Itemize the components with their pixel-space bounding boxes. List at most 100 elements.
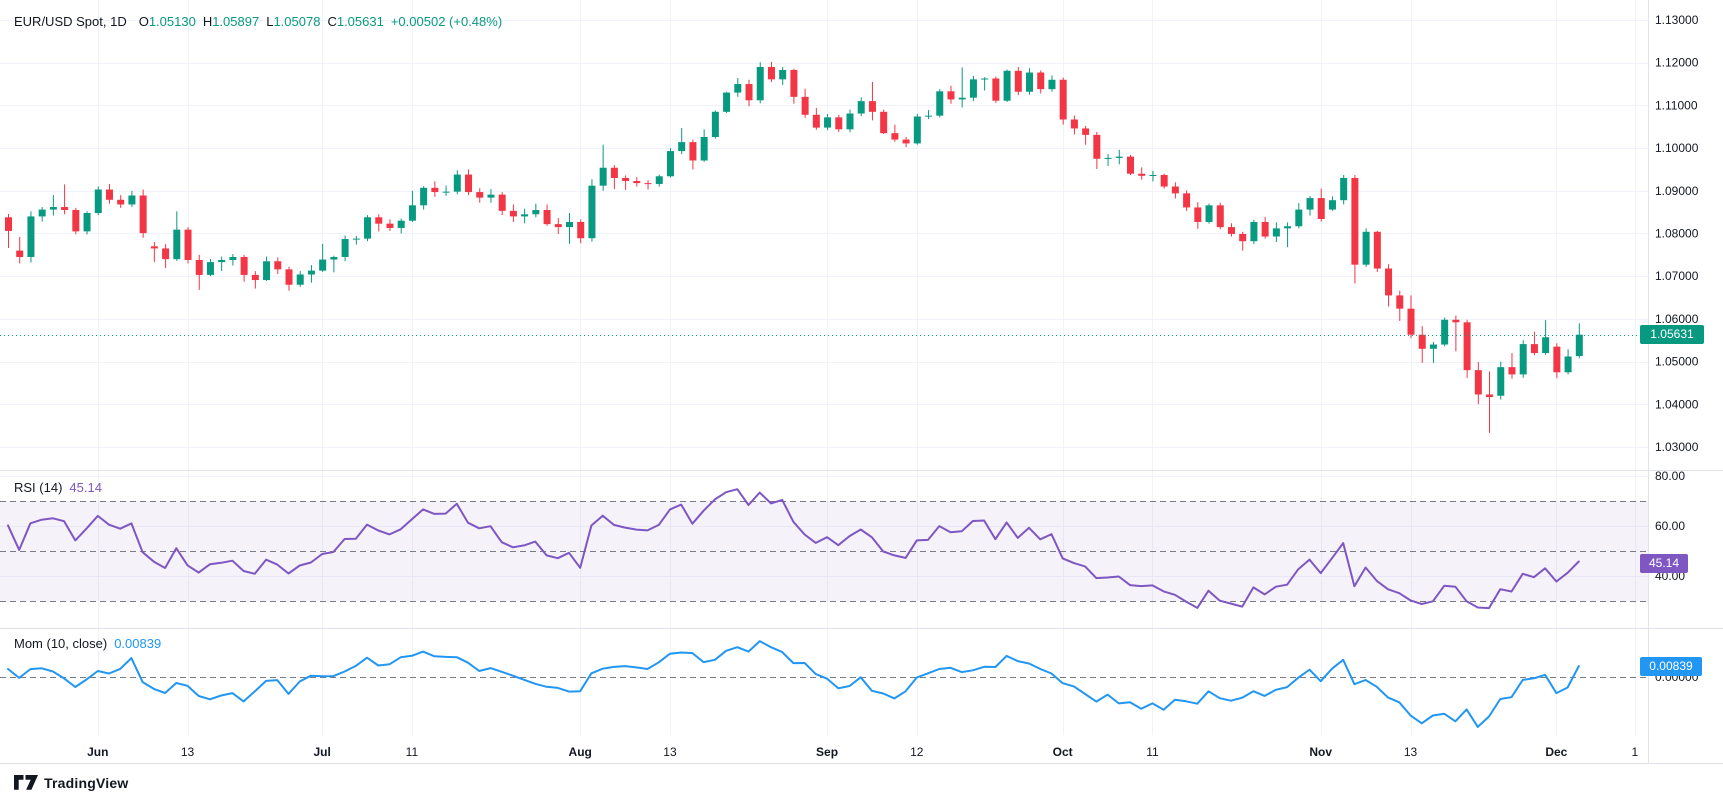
candle-body: [1037, 73, 1044, 90]
tradingview-chart: 1.130001.120001.110001.100001.090001.080…: [0, 0, 1723, 803]
candle-body: [813, 115, 820, 128]
price-legend: EUR/USD Spot, 1D O1.05130 H1.05897 L1.05…: [14, 14, 502, 29]
candle-body: [544, 210, 551, 224]
candle-body: [1497, 367, 1504, 396]
candle-body: [1048, 80, 1055, 89]
candle-body: [252, 275, 259, 280]
candle-body: [151, 246, 158, 248]
candle-body: [1565, 356, 1572, 372]
chart-canvas[interactable]: 1.130001.120001.110001.100001.090001.080…: [0, 0, 1723, 803]
candle-body: [319, 260, 326, 271]
candle-body: [712, 112, 719, 137]
candle-body: [1217, 205, 1224, 227]
tradingview-attribution[interactable]: TradingView: [14, 774, 128, 791]
candle-body: [925, 116, 932, 117]
candle-body: [858, 101, 865, 113]
candle-body: [1060, 80, 1067, 120]
candle-body: [5, 217, 12, 231]
candle-body: [27, 216, 34, 257]
candle-body: [420, 188, 427, 206]
candle-body: [50, 207, 57, 210]
candle-body: [622, 178, 629, 181]
mom-line: [8, 641, 1579, 727]
candle-body: [701, 137, 708, 160]
candle-body: [1374, 232, 1381, 269]
mom-value: 0.00839: [114, 636, 161, 651]
candle-body: [140, 195, 147, 233]
candle-body: [274, 261, 281, 269]
candle-body: [1206, 205, 1213, 222]
candle-body: [1228, 227, 1235, 234]
candle-body: [1284, 226, 1291, 228]
candle-body: [342, 239, 349, 257]
candle-body: [914, 117, 921, 144]
candle-body: [1105, 158, 1112, 159]
mom-label[interactable]: Mom (10, close): [14, 636, 107, 651]
candle-body: [297, 274, 304, 284]
symbol-title[interactable]: EUR/USD Spot, 1D: [14, 14, 127, 29]
candle-body: [286, 269, 293, 284]
candle-body: [824, 117, 831, 127]
candle-body: [72, 210, 79, 231]
candle-body: [1015, 71, 1022, 92]
price-axis[interactable]: [1648, 0, 1723, 763]
candle-body: [1149, 175, 1156, 176]
candle-body: [1172, 187, 1179, 194]
candle-body: [330, 257, 337, 260]
candle-body: [645, 183, 652, 184]
candle-body: [1486, 394, 1493, 397]
tradingview-logo-icon: [14, 774, 38, 791]
candle-body: [981, 78, 988, 79]
candle-body: [689, 142, 696, 160]
candle-body: [611, 168, 618, 178]
candle-body: [128, 195, 135, 204]
candle-body: [308, 271, 315, 275]
mom-legend: Mom (10, close) 0.00839: [14, 636, 161, 651]
candle-body: [229, 257, 236, 260]
time-axis[interactable]: [0, 735, 1648, 763]
candle-body: [465, 175, 472, 193]
rsi-value-badge: 45.14: [1640, 554, 1688, 573]
candle-body: [1194, 207, 1201, 222]
candle-body: [1026, 73, 1033, 92]
candle-body: [1318, 198, 1325, 219]
candle-body: [1183, 193, 1190, 207]
candle-body: [1295, 210, 1302, 227]
candle-body: [1250, 222, 1257, 241]
candle-body: [790, 70, 797, 97]
candle-body: [532, 210, 539, 214]
candle-body: [1542, 337, 1549, 353]
candle-body: [1520, 344, 1527, 374]
candle-body: [1385, 269, 1392, 296]
candle-body: [1464, 322, 1471, 370]
candle-body: [95, 190, 102, 213]
candle-body: [1340, 178, 1347, 200]
candle-body: [947, 91, 954, 99]
candle-body: [1430, 345, 1437, 349]
candle-body: [185, 230, 192, 260]
candle-body: [656, 176, 663, 184]
candle-body: [869, 101, 876, 112]
candle-body: [1553, 347, 1560, 373]
candle-body: [1127, 157, 1134, 174]
candle-body: [386, 224, 393, 228]
rsi-label[interactable]: RSI (14): [14, 480, 62, 495]
candle-body: [1093, 135, 1100, 159]
candle-body: [959, 98, 966, 100]
candle-body: [566, 222, 573, 227]
candle-body: [499, 195, 506, 211]
candle-body: [1351, 178, 1358, 265]
candle-body: [847, 114, 854, 130]
candle-body: [443, 192, 450, 193]
candle-body: [1004, 71, 1011, 101]
candle-body: [588, 186, 595, 239]
candle-body: [880, 112, 887, 133]
candle-body: [454, 175, 461, 192]
candle-body: [61, 207, 68, 210]
candle-body: [16, 251, 23, 257]
candle-body: [555, 224, 562, 227]
candle-body: [891, 133, 898, 139]
candle-body: [734, 84, 741, 93]
candle-body: [970, 79, 977, 97]
high-value: H1.05897: [203, 14, 259, 29]
